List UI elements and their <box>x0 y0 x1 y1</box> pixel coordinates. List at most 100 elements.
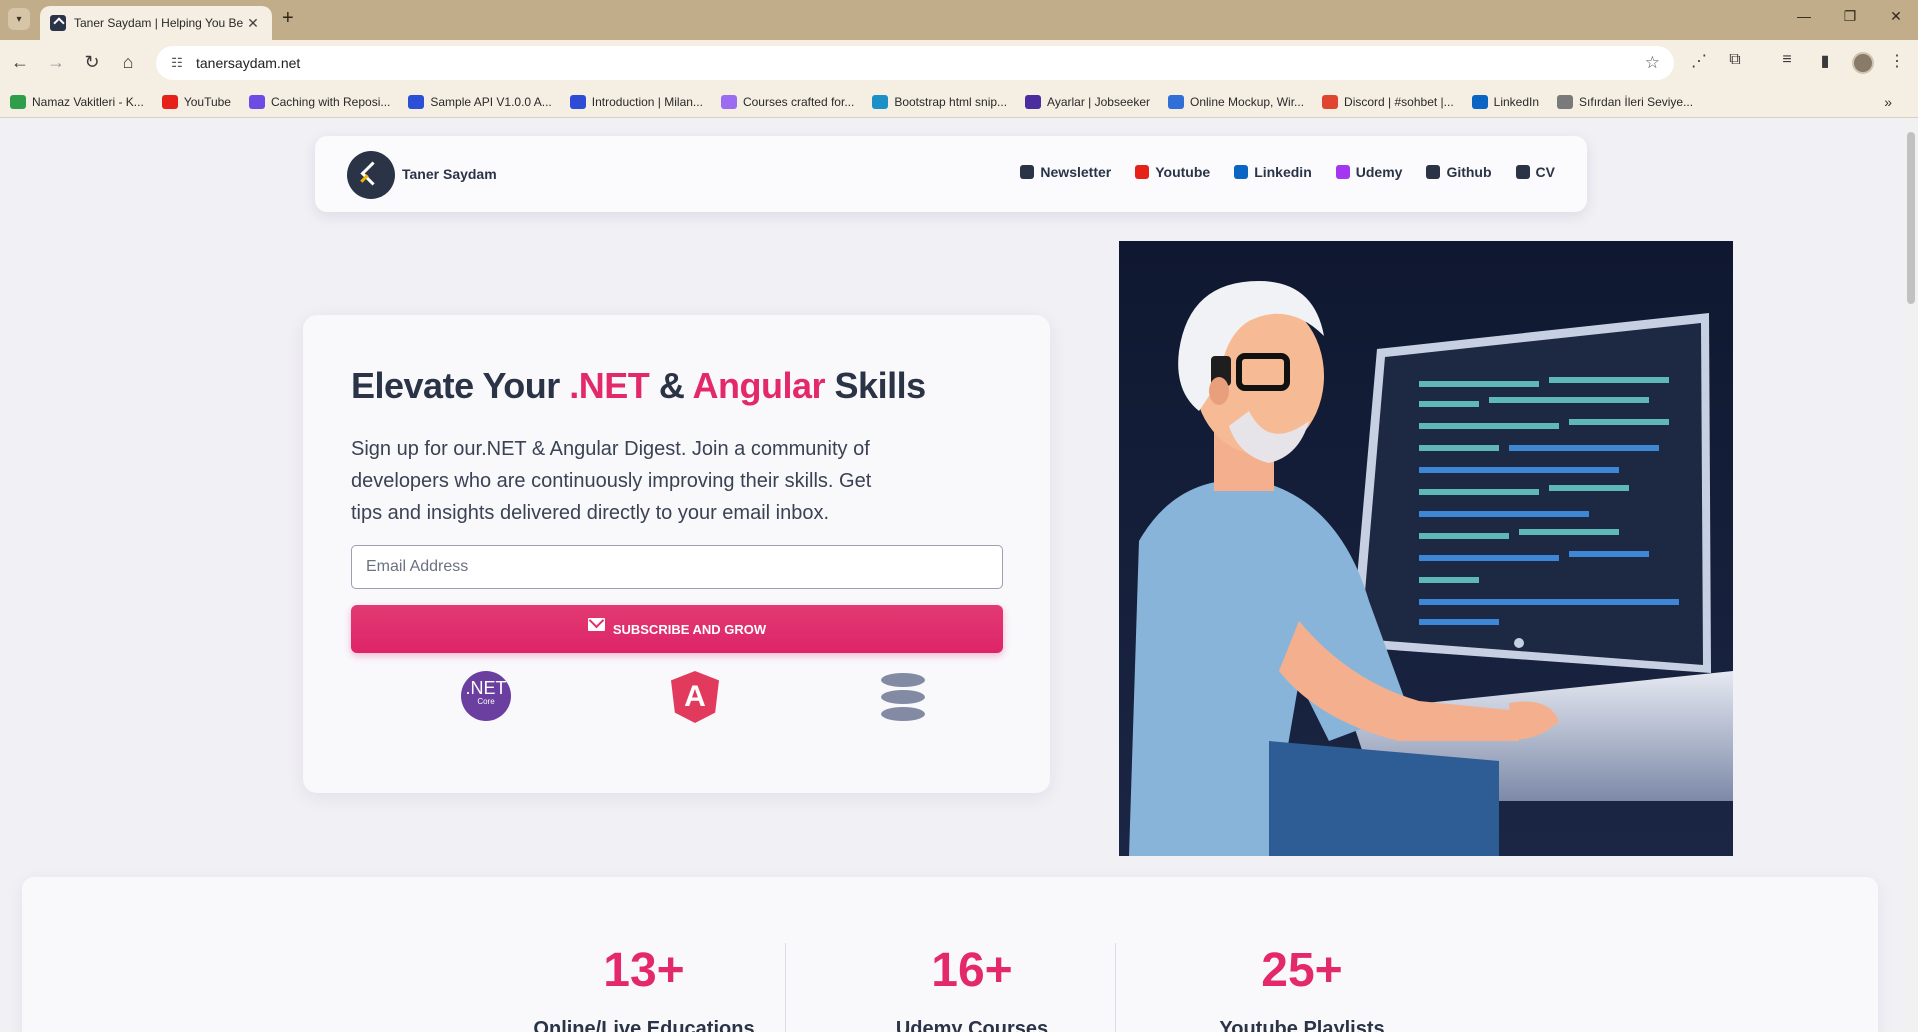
bookmark-item[interactable]: Namaz Vakitleri - K... <box>10 94 144 109</box>
nav-link-label: Linkedin <box>1254 164 1312 180</box>
hero-title-amp: & <box>658 365 685 406</box>
page-scrollbar[interactable] <box>1904 118 1918 1032</box>
bookmark-label: Caching with Reposi... <box>270 94 391 109</box>
tab-title: Taner Saydam | Helping You Be <box>74 16 244 30</box>
site-favicon-icon <box>50 15 66 31</box>
bookmark-item[interactable]: Sıfırdan İleri Seviye... <box>1557 94 1694 109</box>
reload-icon[interactable]: ↻ <box>80 50 104 74</box>
stat-value: 16+ <box>931 944 1013 997</box>
site-brand[interactable]: Taner Saydam <box>402 166 497 182</box>
stat-divider <box>1115 943 1116 1032</box>
site-header: Taner Saydam Newsletter Youtube Linkedin Ud… <box>315 136 1587 212</box>
bookmark-label: Courses crafted for... <box>742 94 855 109</box>
angular-icon: A <box>671 671 719 723</box>
close-tab-icon[interactable]: ✕ <box>244 15 262 32</box>
newsletter-card: Elevate Your .NET & Angular Skills Sign … <box>303 315 1050 793</box>
email-input[interactable] <box>351 545 1003 589</box>
new-tab-button[interactable]: + <box>282 7 294 30</box>
bookmark-item[interactable]: Sample API V1.0.0 A... <box>408 94 552 109</box>
bookmark-label: Ayarlar | Jobseeker <box>1047 94 1150 109</box>
bookmark-star-icon[interactable]: ☆ <box>1645 53 1660 73</box>
home-icon[interactable]: ⌂ <box>116 50 140 74</box>
bookmark-favicon-icon <box>1025 94 1042 109</box>
back-icon[interactable]: ← <box>8 50 32 74</box>
bookmark-item[interactable]: Caching with Reposi... <box>248 94 391 109</box>
stat-label: Online/Live Educations <box>533 1018 755 1032</box>
bookmark-favicon-icon <box>408 94 425 109</box>
nav-link-label: CV <box>1535 164 1555 180</box>
bookmark-item[interactable]: YouTube <box>161 94 231 109</box>
main-nav: Newsletter Youtube Linkedin Udemy Github CV <box>1020 164 1555 180</box>
more-bookmarks-icon[interactable]: » <box>1884 94 1892 110</box>
tech-logos: .NET Core A <box>351 667 1003 723</box>
stat-youtube-playlists: 25+ Youtube Playlists <box>1152 943 1452 1032</box>
bookmark-label: YouTube <box>183 94 231 109</box>
site-info-icon[interactable]: ☷ <box>162 55 192 71</box>
bookmark-label: Sıfırdan İleri Seviye... <box>1579 94 1694 109</box>
extension-loading-icon[interactable]: ⋰ <box>1688 51 1710 71</box>
bookmark-favicon-icon <box>10 94 26 109</box>
subscribe-button[interactable]: SUBSCRIBE AND GROW <box>351 605 1003 653</box>
media-control-icon[interactable]: ≡ <box>1776 51 1798 69</box>
dotnet-core-icon: .NET Core <box>461 671 511 721</box>
youtube-icon <box>1135 165 1150 179</box>
linkedin-icon <box>1234 165 1249 179</box>
hero-title: Elevate Your .NET & Angular Skills <box>351 365 926 407</box>
page-viewport: Taner Saydam Newsletter Youtube Linkedin Ud… <box>0 118 1918 1032</box>
address-bar[interactable]: ☷ tanersaydam.net ☆ <box>156 46 1674 80</box>
bookmark-favicon-icon <box>1471 94 1488 109</box>
bookmark-item[interactable]: LinkedIn <box>1471 94 1539 109</box>
nav-link-label: Newsletter <box>1040 164 1112 180</box>
nav-link-udemy[interactable]: Udemy <box>1335 164 1402 180</box>
minimize-icon[interactable]: — <box>1794 8 1814 24</box>
developer-illustration <box>1119 241 1733 856</box>
stat-udemy-courses: 16+ Udemy Courses <box>822 943 1122 1032</box>
bookmark-favicon-icon <box>720 94 737 109</box>
tab-search-button[interactable]: ▾ <box>8 8 30 30</box>
side-panel-icon[interactable]: ▮ <box>1814 51 1836 71</box>
nav-link-github[interactable]: Github <box>1426 164 1492 180</box>
hero-title-part1: Elevate Your <box>351 365 560 406</box>
browser-tab-strip: ▾ Taner Saydam | Helping You Be ✕ + — ❐ … <box>0 0 1918 40</box>
nav-link-linkedin[interactable]: Linkedin <box>1234 164 1312 180</box>
forward-icon[interactable]: → <box>44 50 68 74</box>
stat-label: Udemy Courses <box>895 1018 1049 1032</box>
envelope-icon <box>587 617 605 631</box>
subscribe-label: SUBSCRIBE AND GROW <box>612 621 767 637</box>
site-logo[interactable] <box>347 151 395 199</box>
hero-title-net: .NET <box>569 365 650 406</box>
bookmark-favicon-icon <box>1557 94 1574 109</box>
bookmark-item[interactable]: Courses crafted for... <box>720 94 855 109</box>
bookmark-favicon-icon <box>1322 94 1339 109</box>
browser-toolbar: ← → ↻ ⌂ ☷ tanersaydam.net ☆ ⋰ ⧉ ≡ ▮ ⋮ <box>0 40 1918 86</box>
stat-label: Youtube Playlists <box>1219 1018 1385 1032</box>
nav-link-youtube[interactable]: Youtube <box>1135 164 1210 180</box>
bookmark-favicon-icon <box>248 94 265 109</box>
database-icon <box>881 673 925 723</box>
browser-menu-icon[interactable]: ⋮ <box>1886 51 1908 71</box>
bookmark-label: Discord | #sohbet |... <box>1344 94 1454 109</box>
bookmark-favicon-icon <box>569 94 586 109</box>
address-url[interactable]: tanersaydam.net <box>196 55 300 71</box>
bookmarks-bar: Namaz Vakitleri - K... YouTube Caching wit… <box>0 86 1918 118</box>
nav-link-newsletter[interactable]: Newsletter <box>1020 164 1111 180</box>
newsletter-icon <box>1020 165 1035 179</box>
close-window-icon[interactable]: ✕ <box>1886 8 1906 25</box>
nav-link-cv[interactable]: CV <box>1515 164 1555 180</box>
nav-link-label: Github <box>1446 164 1492 180</box>
hero-description: Sign up for our.NET & Angular Digest. Jo… <box>351 438 872 524</box>
browser-tab[interactable]: Taner Saydam | Helping You Be ✕ <box>40 6 272 40</box>
bookmark-item[interactable]: Discord | #sohbet |... <box>1322 94 1454 109</box>
bookmark-item[interactable]: Bootstrap html snip... <box>872 94 1007 109</box>
profile-avatar[interactable] <box>1852 52 1874 74</box>
hero-title-angular: Angular <box>692 365 826 406</box>
bookmark-favicon-icon <box>161 94 178 109</box>
restore-icon[interactable]: ❐ <box>1840 8 1860 25</box>
bookmark-label: Sample API V1.0.0 A... <box>430 94 552 109</box>
bookmark-item[interactable]: Introduction | Milan... <box>569 94 703 109</box>
bookmark-item[interactable]: Ayarlar | Jobseeker <box>1025 94 1150 109</box>
bookmark-label: Introduction | Milan... <box>591 94 703 109</box>
bookmark-item[interactable]: Online Mockup, Wir... <box>1168 94 1304 109</box>
extensions-icon[interactable]: ⧉ <box>1724 51 1746 69</box>
scrollbar-thumb[interactable] <box>1907 132 1915 304</box>
